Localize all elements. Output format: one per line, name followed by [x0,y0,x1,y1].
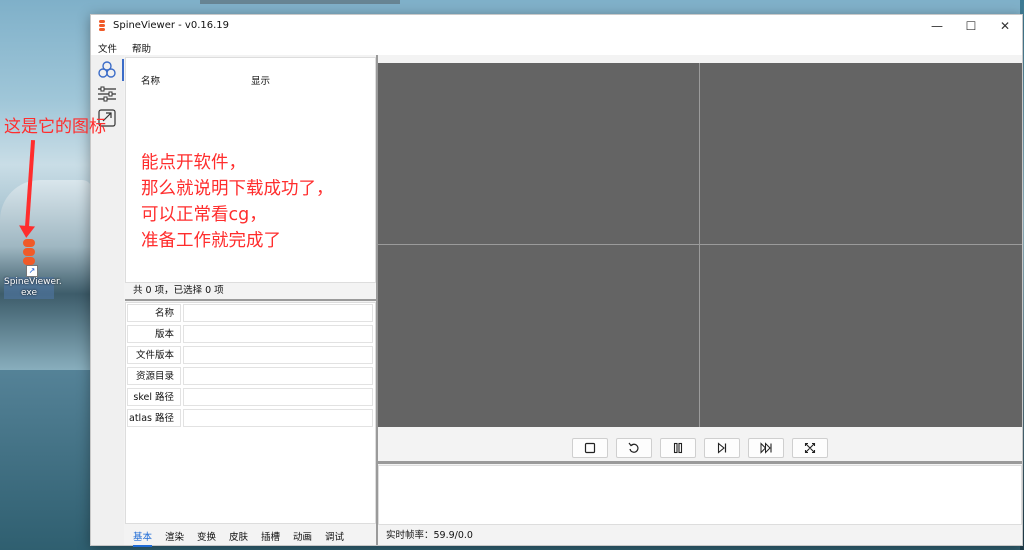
step-forward-icon [717,442,727,454]
restart-button[interactable] [616,438,652,458]
property-row: 文件版本 [126,345,375,365]
step-forward-button[interactable] [704,438,740,458]
app-icon [99,20,105,32]
playback-controls [378,429,1022,461]
desktop-shortcut-spineviewer[interactable]: ↗ SpineViewer. exe [4,238,62,299]
fast-forward-icon [760,442,772,454]
property-value[interactable] [183,409,373,427]
settings-sliders-icon[interactable] [97,85,117,103]
spine-list-panel[interactable]: 名称 显示 能点开软件， 那么就说明下载成功了， 可以正常看cg， 准备工作就完… [125,57,376,283]
column-header-display[interactable]: 显示 [251,73,270,87]
desktop-shortcut-label-line2: exe [21,288,37,298]
property-value[interactable] [183,304,373,322]
property-key: 文件版本 [127,346,181,364]
app-window: SpineViewer - v0.16.19 — ☐ ✕ 文件 帮助 名称 显示… [90,14,1023,547]
fast-forward-button[interactable] [748,438,784,458]
canvas-axis-vertical [699,63,700,427]
desktop-annotation: 这是它的图标 [4,117,106,137]
tab-basic[interactable]: 基本 [133,529,153,547]
canvas-axis-horizontal [378,244,1022,245]
property-row: 名称 [126,303,375,323]
property-row: 资源目录 [126,366,375,386]
tab-skin[interactable]: 皮肤 [229,529,248,543]
selection-count: 共 0 项，已选择 0 项 [133,285,224,296]
maximize-button[interactable]: ☐ [954,15,988,37]
pause-button[interactable] [660,438,696,458]
splitter-left[interactable] [125,299,376,301]
property-key: skel 路径 [127,388,181,406]
property-grid: 名称 版本 文件版本 资源目录 skel 路径 atlas 路径 [125,302,376,524]
tab-transform[interactable]: 变换 [197,529,216,543]
desktop-shortcut-label-line1: SpineViewer. [4,277,62,287]
annotation-line: 准备工作就完成了 [141,231,281,251]
menu-file[interactable]: 文件 [98,41,117,55]
menu-bar: 文件 帮助 [91,37,1022,55]
instruction-annotation: 能点开软件， 那么就说明下载成功了， 可以正常看cg， 准备工作就完成了 [141,150,334,254]
fullscreen-icon [804,442,816,454]
log-panel[interactable] [378,465,1022,525]
annotation-line: 可以正常看cg， [141,205,267,225]
window-title: SpineViewer - v0.16.19 [113,20,230,31]
tab-debug[interactable]: 调试 [325,529,344,543]
annotation-line: 能点开软件， [141,153,246,173]
menu-help[interactable]: 帮助 [132,41,151,55]
stop-icon [584,442,596,454]
stop-button[interactable] [572,438,608,458]
property-value[interactable] [183,388,373,406]
property-tabs: 基本 渲染 变换 皮肤 插槽 动画 调试 [125,525,376,547]
property-key: atlas 路径 [127,409,181,427]
close-button[interactable]: ✕ [988,15,1022,37]
minimize-button[interactable]: — [920,15,954,37]
splitter-right[interactable] [378,461,1022,464]
taskbar-remnant [200,0,400,4]
spineviewer-app-icon: ↗ [22,239,38,277]
property-row: 版本 [126,324,375,344]
shortcut-arrow-icon: ↗ [26,265,38,277]
property-row: atlas 路径 [126,408,375,428]
desktop-shortcut-label: SpineViewer. exe [4,277,62,299]
pause-icon [673,442,683,454]
tab-slot[interactable]: 插槽 [261,529,280,543]
property-key: 版本 [127,325,181,343]
preview-canvas[interactable] [378,63,1022,427]
property-value[interactable] [183,367,373,385]
property-value[interactable] [183,346,373,364]
annotation-line: 那么就说明下载成功了， [141,179,334,199]
column-header-name[interactable]: 名称 [141,73,160,87]
tab-render[interactable]: 渲染 [165,529,184,543]
fps-status: 实时帧率：59.9/0.0 [386,530,473,541]
title-bar[interactable]: SpineViewer - v0.16.19 — ☐ ✕ [91,15,1022,37]
property-value[interactable] [183,325,373,343]
property-key: 名称 [127,304,181,322]
property-row: skel 路径 [126,387,375,407]
property-key: 资源目录 [127,367,181,385]
restart-icon [628,442,639,453]
tab-animation[interactable]: 动画 [293,529,312,543]
spine-list-icon[interactable] [97,59,124,81]
fullscreen-button[interactable] [792,438,828,458]
